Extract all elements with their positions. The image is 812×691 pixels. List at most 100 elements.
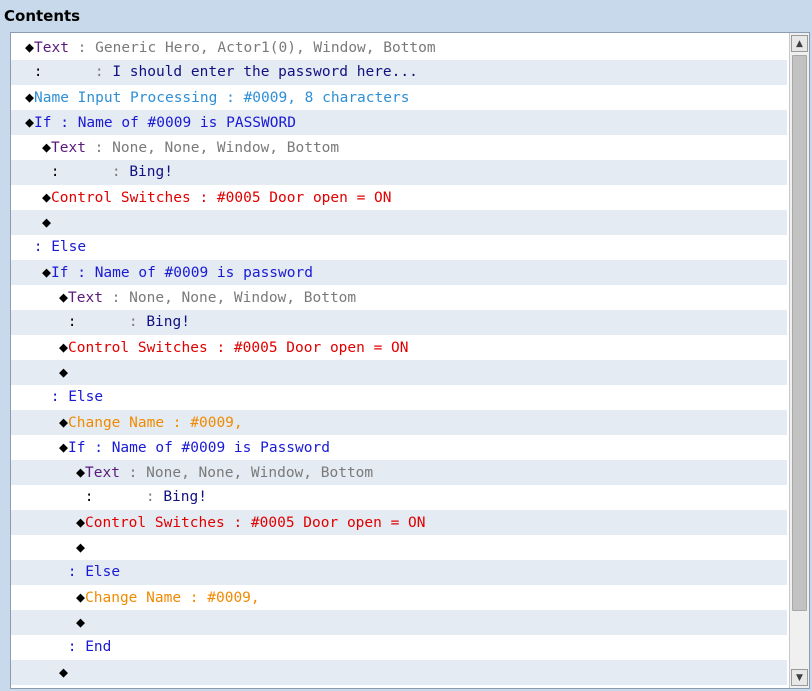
command-row[interactable]: ◆Name Input Processing : #0009, 8 charac…	[11, 85, 787, 110]
command-row[interactable]: ◆Control Switches : #0005 Door open = ON	[11, 335, 787, 360]
command-text: :	[68, 40, 96, 56]
command-text: :	[25, 64, 95, 80]
command-text: #0005 Door open = ON	[233, 340, 409, 356]
command-text: Else	[68, 389, 104, 405]
command-text: Text	[68, 290, 103, 306]
command-text: Bing!	[146, 314, 190, 330]
command-text: Bing!	[129, 164, 173, 180]
command-diamond-icon: ◆	[76, 613, 86, 631]
command-row[interactable]: ◆If : Name of #0009 is password	[11, 260, 787, 285]
command-row[interactable]: : : Bing!	[11, 310, 787, 335]
command-diamond-icon: ◆	[59, 338, 69, 356]
command-text: :	[181, 590, 208, 606]
command-row[interactable]: : Else	[11, 235, 787, 260]
command-diamond-icon: ◆	[59, 363, 69, 381]
command-row[interactable]: ◆If : Name of #0009 is Password	[11, 435, 787, 460]
command-diamond-icon: ◆	[76, 513, 86, 531]
command-text: :	[59, 314, 129, 330]
command-row[interactable]: ◆Text : None, None, Window, Bottom	[11, 285, 787, 310]
command-row[interactable]: ◆Control Switches : #0005 Door open = ON	[11, 510, 787, 535]
command-text: :	[119, 465, 147, 481]
arrow-down-icon: ▼	[796, 672, 803, 683]
command-diamond-icon: ◆	[42, 213, 52, 231]
scroll-thumb[interactable]	[792, 55, 807, 611]
command-row[interactable]: ◆Text : None, None, Window, Bottom	[11, 135, 787, 160]
command-text: :	[76, 489, 146, 505]
command-diamond-icon: ◆	[42, 138, 52, 156]
scroll-down-button[interactable]: ▼	[791, 669, 808, 686]
command-text: #0009, 8 characters	[243, 90, 410, 106]
command-text: If	[68, 440, 86, 456]
command-row[interactable]: ◆Text : Generic Hero, Actor1(0), Window,…	[11, 35, 787, 60]
command-diamond-icon: ◆	[59, 288, 69, 306]
command-text: Text	[34, 40, 69, 56]
command-diamond-icon: ◆	[76, 538, 86, 556]
command-text: :	[102, 290, 130, 306]
command-diamond-icon: ◆	[42, 188, 52, 206]
command-row[interactable]: ◆Text : None, None, Window, Bottom	[11, 460, 787, 485]
command-row[interactable]: : : Bing!	[11, 160, 787, 185]
command-row[interactable]: ◆If : Name of #0009 is PASSWORD	[11, 110, 787, 135]
command-text: If	[34, 115, 52, 131]
command-row[interactable]: : Else	[11, 385, 787, 410]
command-text: #0009,	[190, 415, 243, 431]
command-diamond-icon: ◆	[76, 463, 86, 481]
command-text: :	[128, 314, 147, 330]
command-text: :	[51, 115, 78, 131]
command-diamond-icon: ◆	[25, 113, 35, 131]
event-command-list[interactable]: ◆Text : Generic Hero, Actor1(0), Window,…	[10, 32, 810, 689]
command-diamond-icon: ◆	[25, 88, 35, 106]
command-text: :	[42, 389, 69, 405]
command-row[interactable]: : End	[11, 635, 787, 660]
command-row[interactable]: ◆	[11, 660, 787, 685]
panel-title: Contents	[4, 7, 81, 25]
command-text: Control Switches	[85, 515, 225, 531]
command-text: :	[207, 340, 234, 356]
command-text: Change Name	[68, 415, 165, 431]
command-row[interactable]: ◆	[11, 360, 787, 385]
command-text: :	[59, 564, 86, 580]
command-text: #0005 Door open = ON	[250, 515, 426, 531]
command-text: :	[145, 489, 164, 505]
command-text: Else	[85, 564, 121, 580]
command-text: Name of #0009 is PASSWORD	[77, 115, 296, 131]
command-row[interactable]: ◆	[11, 610, 787, 635]
command-text: Name of #0009 is password	[94, 265, 313, 281]
command-text: If	[51, 265, 69, 281]
command-text: :	[111, 164, 130, 180]
scroll-up-button[interactable]: ▲	[791, 35, 808, 52]
contents-panel: Contents ◆Text : Generic Hero, Actor1(0)…	[0, 0, 812, 691]
command-diamond-icon: ◆	[76, 588, 86, 606]
command-rows: ◆Text : Generic Hero, Actor1(0), Window,…	[11, 35, 787, 685]
command-row[interactable]: : : Bing!	[11, 485, 787, 510]
command-text: :	[25, 239, 52, 255]
command-text: Name Input Processing	[34, 90, 218, 106]
command-text: #0009,	[207, 590, 260, 606]
command-diamond-icon: ◆	[59, 413, 69, 431]
command-row[interactable]: ◆	[11, 210, 787, 235]
command-diamond-icon: ◆	[59, 438, 69, 456]
command-text: None, None, Window, Bottom	[112, 140, 340, 156]
command-text: Name of #0009 is Password	[111, 440, 330, 456]
command-row[interactable]: ◆Control Switches : #0005 Door open = ON	[11, 185, 787, 210]
command-text: :	[217, 90, 244, 106]
command-row[interactable]: ◆Change Name : #0009,	[11, 410, 787, 435]
command-text: Bing!	[163, 489, 207, 505]
command-text: #0005 Door open = ON	[216, 190, 392, 206]
command-text: Text	[51, 140, 86, 156]
command-row[interactable]: : Else	[11, 560, 787, 585]
command-row[interactable]: : : I should enter the password here...	[11, 60, 787, 85]
arrow-up-icon: ▲	[796, 38, 803, 49]
command-row[interactable]: ◆	[11, 535, 787, 560]
command-text: :	[190, 190, 217, 206]
command-text: I should enter the password here...	[112, 64, 418, 80]
command-text: :	[42, 164, 112, 180]
command-text: Control Switches	[51, 190, 191, 206]
command-text: None, None, Window, Bottom	[146, 465, 374, 481]
vertical-scrollbar[interactable]: ▲ ▼	[789, 33, 809, 688]
command-row[interactable]: ◆Change Name : #0009,	[11, 585, 787, 610]
command-text: :	[94, 64, 113, 80]
command-text: Else	[51, 239, 87, 255]
command-text: :	[164, 415, 191, 431]
command-text: Change Name	[85, 590, 182, 606]
